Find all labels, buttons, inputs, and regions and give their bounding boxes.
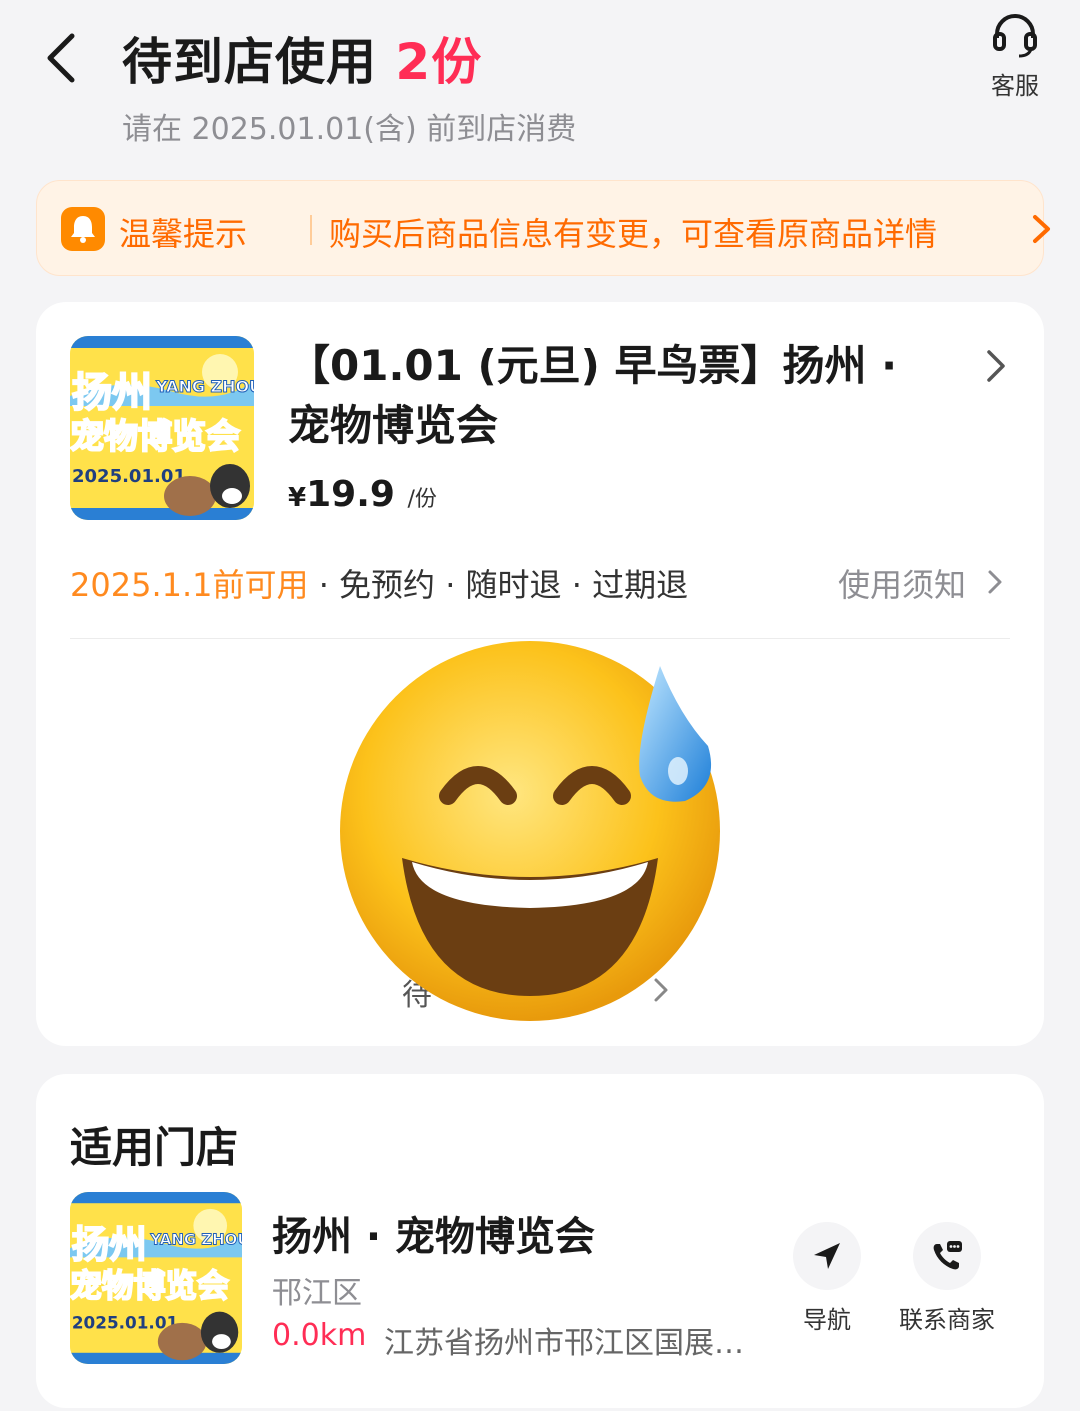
store-distance: 0.0km [272,1318,367,1353]
availability-date: 2025.1.1前可用 [70,566,309,604]
notice-banner[interactable]: 温馨提示 购买后商品信息有变更，可查看原商品详情 [36,180,1050,276]
chevron-right-icon[interactable] [984,348,1008,384]
phone-message-icon [933,1241,962,1270]
chevron-right-icon [1033,215,1050,243]
navigate-label: 导航 [803,1306,851,1334]
navigate-circle [793,1222,861,1290]
expo-poster-image: 扬州 YANG ZHOU 宠物博览会 2025.01.01 [70,1192,242,1364]
rules-text: · 免预约 · 随时退 · 过期退 [308,566,689,604]
product-price: ¥19.9 /份 [288,474,437,515]
poster-date: 2025.01.01 [72,1312,178,1332]
back-arrow-icon[interactable] [40,30,90,86]
bell-icon [61,207,105,251]
poster-date: 2025.01.01 [72,466,186,487]
store-card: 适用门店 扬州 YANG ZHOU 宠物博览会 2025.01.01 扬州 · … [36,1074,1044,1408]
contact-merchant-label: 联系商家 [899,1306,995,1334]
product-title[interactable]: 【01.01 (元旦) 早鸟票】扬州 · 宠物博览会 [288,336,948,456]
product-card: 扬州 YANG ZHOU 宠物博览会 2025.01.01 【01.01 (元旦… [36,302,1044,1046]
poster-line1: 扬州 [72,1222,147,1266]
customer-service-button[interactable]: 客服 [980,12,1050,102]
notice-divider [310,215,312,245]
poster-line2: YANG ZHOU [155,377,254,396]
contact-circle [913,1222,981,1290]
sweat-smile-emoji-icon [340,641,720,1021]
notice-text: 购买后商品信息有变更，可查看原商品详情 [329,215,938,253]
header: 待到店使用 2份 请在 2025.01.01(含) 前到店消费 客服 [0,0,1080,160]
poster-line3: 宠物博览会 [70,417,240,457]
price-unit: /份 [407,487,437,512]
price-symbol: ¥ [288,483,307,513]
store-district: 邗江区 [272,1276,362,1311]
poster-line2: YANG ZHOU [149,1230,242,1248]
poster-line1: 扬州 [72,370,152,416]
page-title: 待到店使用 2份 [122,22,482,94]
navigate-button[interactable]: 导航 [762,1222,892,1335]
headset-icon [993,14,1037,58]
item-count: 2份 [395,33,483,91]
customer-service-label: 客服 [991,72,1039,100]
product-thumbnail[interactable]: 扬州 YANG ZHOU 宠物博览会 2025.01.01 [70,336,254,520]
navigation-arrow-icon [814,1243,840,1269]
chevron-right-icon [988,570,1002,594]
page-subtitle: 请在 2025.01.01(含) 前到店消费 [122,112,577,147]
notice-title: 温馨提示 [119,215,248,253]
section-title: 适用门店 [70,1123,239,1172]
expo-poster-image: 扬州 YANG ZHOU 宠物博览会 2025.01.01 [70,336,254,520]
page-title-text: 待到店使用 [122,33,377,91]
store-address: 江苏省扬州市邗江区国展… [384,1326,744,1361]
usage-notice-link[interactable]: 使用须知 [838,560,966,606]
contact-merchant-button[interactable]: 联系商家 [882,1222,1012,1335]
price-value: 19.9 [306,474,395,515]
store-name[interactable]: 扬州 · 宠物博览会 [272,1204,595,1262]
store-thumbnail[interactable]: 扬州 YANG ZHOU 宠物博览会 2025.01.01 [70,1192,242,1364]
poster-line3: 宠物博览会 [70,1268,229,1305]
usage-rules: 2025.1.1前可用 · 免预约 · 随时退 · 过期退 [70,560,688,606]
